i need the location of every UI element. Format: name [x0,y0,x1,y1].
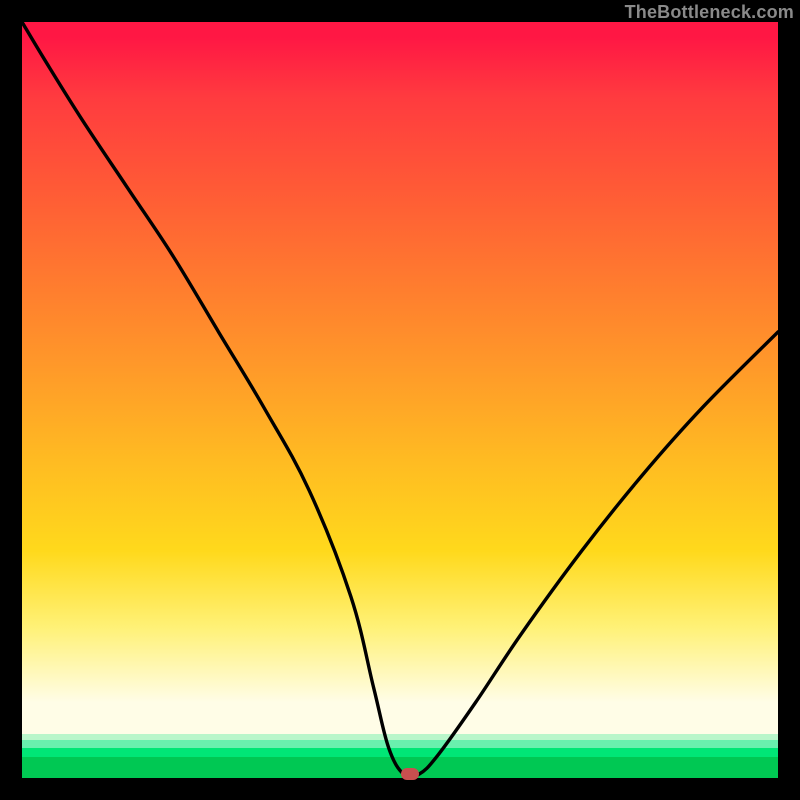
plot-area [22,22,778,778]
watermark-text: TheBottleneck.com [625,2,794,23]
bottleneck-curve [22,22,778,778]
chart-stage: TheBottleneck.com [0,0,800,800]
optimum-marker [401,768,419,780]
